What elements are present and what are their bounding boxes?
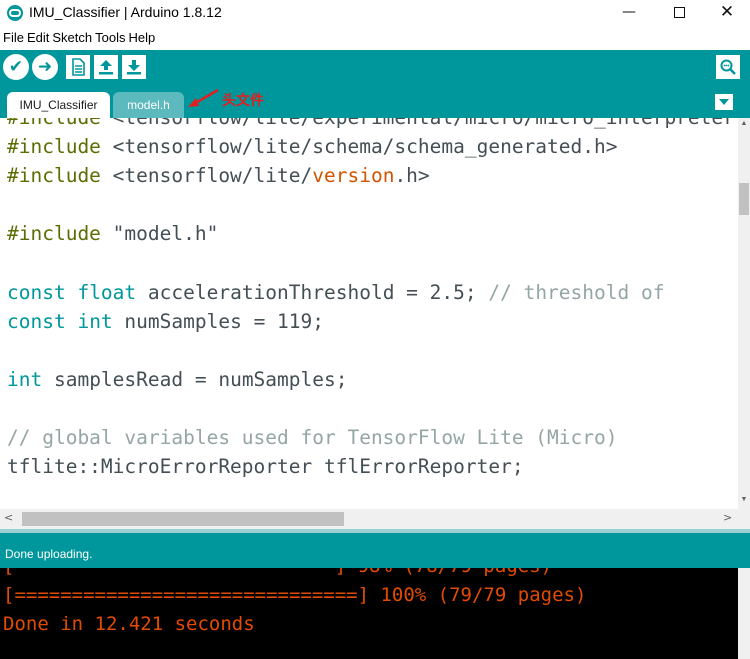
code-token: tflite::MicroErrorReporter tflErrorRepor… [7,455,524,479]
code-token: #include [7,135,101,159]
checkmark-icon: ✔ [8,57,24,77]
status-message: Done uploading. [5,547,93,561]
console-text: [ ] 98% (78/79 pages) [==================… [3,568,586,639]
scroll-left-icon[interactable]: < [4,511,13,524]
close-button[interactable]: ✕ [704,0,750,26]
horizontal-scroll-thumb[interactable] [22,512,344,526]
console-line: Done in 12.421 seconds [3,613,255,635]
code-token: #include [7,118,101,129]
code-token: #include [7,222,101,246]
toolbar: ✔ ➜ [0,50,750,87]
open-button[interactable] [94,55,118,79]
upload-button[interactable]: ➜ [32,54,58,80]
code-editor[interactable]: #include <tensorflow/lite/experimental/m… [0,118,738,509]
scrollbar-corner [738,509,750,529]
code-token: int [7,367,43,391]
code-line: #include <tensorflow/lite/schema/schema_… [7,132,738,161]
code-line: // global variables used for TensorFlow … [7,423,738,452]
console-line: [ ] 98% (78/79 pages) [3,568,586,581]
horizontal-scrollbar[interactable]: < > [0,509,738,529]
console-scrollbar[interactable] [738,568,750,659]
new-file-icon [72,58,85,76]
code-token: const [7,280,66,304]
menu-edit[interactable]: Edit [24,28,49,48]
code-token: float [77,280,137,304]
new-button[interactable] [66,55,90,79]
code-line: int samplesRead = numSamples; [7,365,738,394]
code-token: // threshold of [488,280,665,304]
save-button[interactable] [122,55,146,79]
status-bar: Done uploading. [0,529,750,568]
code-line: #include <tensorflow/lite/experimental/m… [7,118,738,132]
menu-help[interactable]: Help [125,28,155,48]
code-token: .h> [394,164,430,188]
menu-tools[interactable]: Tools [92,28,125,48]
code-token: samplesRead = numSamples; [42,367,348,391]
minimize-button[interactable]: — [606,0,652,26]
code-line: #include "model.h" [7,219,738,248]
magnifier-icon [720,59,736,75]
code-token: const [7,309,66,333]
menu-sketch[interactable]: Sketch [49,28,92,48]
scroll-right-icon[interactable]: > [723,511,732,524]
code-token: numSamples = 119; [112,309,325,333]
scroll-up-icon[interactable]: ▲ [738,118,750,130]
arduino-logo-icon [7,5,23,21]
window-title: IMU_Classifier | Arduino 1.8.12 [29,4,222,20]
code-token: accelerationThreshold = 2.5; [136,280,489,304]
code-token: <tensorflow/lite/ [100,164,313,188]
tab-strip: IMU_Classifier model.h [0,87,750,118]
save-download-icon [127,60,141,75]
serial-monitor-button[interactable] [716,55,740,79]
code-line: const int numSamples = 119; [7,307,738,336]
menu-bar: File Edit Sketch Tools Help [0,28,750,48]
code-line: #include <tensorflow/lite/version.h> [7,161,738,190]
output-console[interactable]: [ ] 98% (78/79 pages) [==================… [0,568,738,659]
verify-button[interactable]: ✔ [3,54,29,80]
open-upload-icon [99,60,113,75]
right-arrow-icon: ➜ [37,57,53,77]
vertical-scroll-thumb[interactable] [739,183,749,215]
code-token: <tensorflow/lite/schema/schema_generated… [100,135,618,159]
code-token: #include [7,164,101,188]
annotation-label: 头文件 [222,93,264,109]
tab-model-h[interactable]: model.h [113,92,184,118]
menu-file[interactable]: File [0,28,24,48]
code-line: const float accelerationThreshold = 2.5;… [7,278,738,307]
tab-imu-classifier[interactable]: IMU_Classifier [7,92,110,118]
tab-menu-dropdown-icon[interactable] [715,94,733,110]
code-token: // global variables used for TensorFlow … [7,426,618,450]
maximize-button[interactable] [656,0,702,26]
scroll-down-icon[interactable]: ▼ [738,494,750,506]
code-text[interactable]: #include <tensorflow/lite/experimental/m… [7,118,738,481]
console-line: [==============================] 100% (7… [3,584,587,606]
code-token: version [312,164,395,188]
maximize-icon [673,7,685,18]
vertical-scrollbar[interactable]: ▲ ▼ [738,118,750,509]
red-arrow-icon [188,88,219,107]
code-token: "model.h" [100,222,219,246]
title-bar: IMU_Classifier | Arduino 1.8.12 — ✕ [0,0,750,26]
code-token: int [77,309,113,333]
code-line: tflite::MicroErrorReporter tflErrorRepor… [7,452,738,481]
code-token: <tensorflow/lite/experimental/micro/micr… [101,118,738,129]
